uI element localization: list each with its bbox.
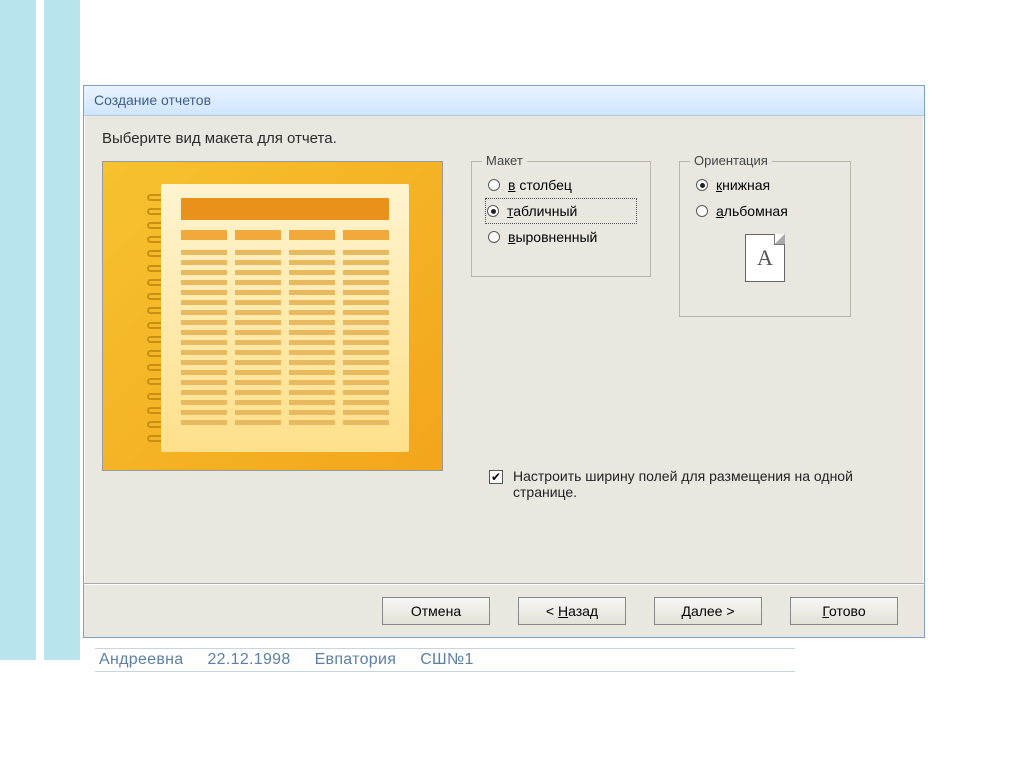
page-glyph: A: [757, 245, 773, 271]
radio-tabular[interactable]: табличный: [485, 198, 637, 224]
radio-label: табличный: [507, 203, 577, 219]
layout-group: Макет в столбец табличный выровненный: [471, 161, 651, 277]
radio-icon: [487, 205, 499, 217]
background-data-row: Андреевна 22.12.1998 Евпатория СШ№1: [95, 648, 795, 672]
slide-background: Андреевна 22.12.1998 Евпатория СШ№1 Созд…: [0, 0, 1024, 767]
radio-landscape[interactable]: альбомная: [694, 198, 836, 224]
radio-label: выровненный: [508, 229, 597, 245]
slide-stripe: [0, 0, 80, 660]
bg-cell: Андреевна: [99, 651, 183, 669]
button-label: Готово: [822, 603, 865, 619]
preview-notebook: [161, 184, 409, 452]
radio-icon: [488, 179, 500, 191]
radio-label: книжная: [716, 177, 770, 193]
report-wizard-dialog: Создание отчетов Выберите вид макета для…: [83, 85, 925, 638]
radio-icon: [488, 231, 500, 243]
fit-width-row[interactable]: ✔ Настроить ширину полей для размещения …: [489, 468, 889, 500]
next-button[interactable]: Далее >: [654, 597, 762, 625]
finish-button[interactable]: Готово: [790, 597, 898, 625]
back-button[interactable]: < Назад: [518, 597, 626, 625]
radio-portrait[interactable]: книжная: [694, 172, 836, 198]
radio-justified[interactable]: выровненный: [486, 224, 636, 250]
orientation-group: Ориентация книжная альбомная A: [679, 161, 851, 317]
layout-legend: Макет: [482, 153, 527, 168]
layout-preview: [102, 161, 443, 471]
instruction-text: Выберите вид макета для отчета.: [102, 130, 906, 147]
bg-cell: СШ№1: [420, 651, 473, 669]
preview-spiral: [147, 190, 159, 446]
button-label: Отмена: [411, 603, 461, 619]
orientation-legend: Ориентация: [690, 153, 772, 168]
bg-cell: Евпатория: [315, 651, 397, 669]
radio-icon: [696, 179, 708, 191]
fit-width-label: Настроить ширину полей для размещения на…: [513, 468, 889, 500]
radio-columnar[interactable]: в столбец: [486, 172, 636, 198]
dialog-body: Выберите вид макета для отчета.: [84, 116, 924, 568]
radio-icon: [696, 205, 708, 217]
button-label: < Назад: [546, 603, 598, 619]
dialog-titlebar[interactable]: Создание отчетов: [84, 86, 924, 116]
content-row: Макет в столбец табличный выровненный: [102, 161, 906, 471]
button-label: Далее >: [681, 603, 734, 619]
page-orientation-icon: A: [745, 234, 785, 282]
cancel-button[interactable]: Отмена: [382, 597, 490, 625]
radio-label: в столбец: [508, 177, 572, 193]
wizard-button-bar: Отмена < Назад Далее > Готово: [84, 583, 924, 637]
dialog-title: Создание отчетов: [94, 92, 211, 108]
fit-width-checkbox[interactable]: ✔: [489, 470, 503, 484]
radio-label: альбомная: [716, 203, 788, 219]
bg-cell: 22.12.1998: [207, 651, 290, 669]
